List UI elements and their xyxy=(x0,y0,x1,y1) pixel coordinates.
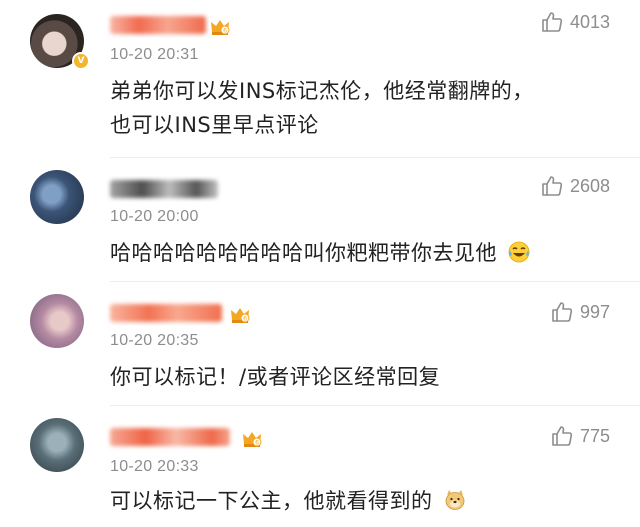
comment-text: 哈哈哈哈哈哈哈哈哈叫你粑粑带你去见他 xyxy=(110,236,530,270)
comment-text-line: 弟弟你可以发INS标记杰伦，他经常翻牌的， xyxy=(110,79,534,103)
comment-text: 可以标记一下公主，他就看得到的 xyxy=(110,484,466,518)
comment-time: 10-20 20:00 xyxy=(110,208,199,225)
username-redacted[interactable] xyxy=(110,180,218,198)
like-count: 997 xyxy=(579,301,610,322)
like-button[interactable]: 775 xyxy=(550,424,610,448)
username-redacted[interactable] xyxy=(110,304,222,322)
vip-crown-icon: 6 xyxy=(243,432,262,447)
comment-time: 10-20 20:35 xyxy=(110,332,199,349)
svg-text:6: 6 xyxy=(243,316,247,323)
like-count: 4013 xyxy=(569,11,610,32)
doge-emoji-icon xyxy=(445,490,465,510)
comment-text: 你可以标记！/或者评论区经常回复 xyxy=(110,360,440,394)
like-count: 775 xyxy=(579,425,610,446)
thumbs-up-icon xyxy=(542,176,563,196)
vip-crown-icon: 6 xyxy=(231,308,250,323)
avatar[interactable] xyxy=(30,418,84,472)
comment-text: 弟弟你可以发INS标记杰伦，他经常翻牌的， 也可以INS里早点评论 xyxy=(110,74,534,142)
thumbs-up-icon xyxy=(542,12,563,32)
like-button[interactable]: 4013 xyxy=(540,10,610,34)
comment-text-line: 可以标记一下公主，他就看得到的 xyxy=(110,489,433,513)
comment-time: 10-20 20:31 xyxy=(110,46,199,63)
avatar[interactable] xyxy=(30,294,84,348)
like-button[interactable]: 997 xyxy=(550,300,610,324)
laughing-tears-emoji-icon xyxy=(508,241,530,263)
thumbs-up-icon xyxy=(552,426,573,446)
comment-text-line: 你可以标记！/或者评论区经常回复 xyxy=(110,365,441,389)
comment-item: V 6 10-20 20:31 4013 弟弟你可以发INS标记杰伦，他经常翻牌… xyxy=(0,0,640,170)
username-redacted[interactable] xyxy=(110,16,206,34)
username-redacted[interactable] xyxy=(110,428,230,446)
like-button[interactable]: 2608 xyxy=(540,174,610,198)
svg-text:6: 6 xyxy=(255,440,259,447)
verified-badge-icon: V xyxy=(72,52,90,70)
thumbs-up-icon xyxy=(552,302,573,322)
comment-item: 10-20 20:00 2608 哈哈哈哈哈哈哈哈哈叫你粑粑带你去见他 xyxy=(0,158,640,282)
comment-item: 6 10-20 20:35 997 你可以标记！/或者评论区经常回复 xyxy=(0,282,640,406)
like-count: 2608 xyxy=(569,175,610,196)
comment-text-line: 哈哈哈哈哈哈哈哈哈叫你粑粑带你去见他 xyxy=(110,241,497,265)
comment-time: 10-20 20:33 xyxy=(110,458,199,475)
comment-item: 6 10-20 20:33 775 可以标记一下公主，他就看得到的 xyxy=(0,406,640,527)
svg-text:6: 6 xyxy=(223,28,227,35)
avatar[interactable] xyxy=(30,170,84,224)
comment-text-line: 也可以INS里早点评论 xyxy=(110,113,319,137)
vip-crown-icon: 6 xyxy=(211,20,230,35)
